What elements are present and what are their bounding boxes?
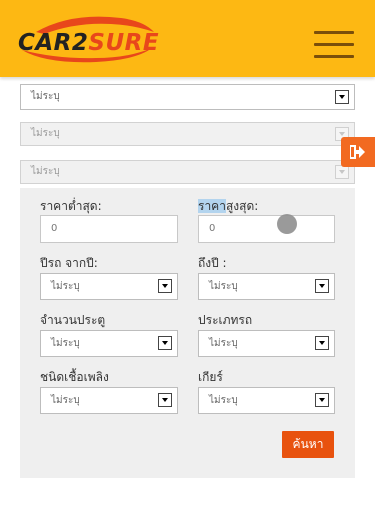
- logo-wordmark-part2: SURE: [88, 30, 160, 56]
- max-price-input[interactable]: 0: [198, 215, 335, 243]
- year-to-label: ถึงปี :: [198, 256, 227, 270]
- hamburger-line: [314, 55, 354, 58]
- doors-select-value: ไม่ระบุ: [51, 338, 80, 349]
- brand-select-value: ไม่ระบุ: [31, 91, 60, 102]
- hamburger-icon[interactable]: [314, 31, 354, 59]
- chevron-down-icon: [158, 336, 172, 350]
- model-select-value: ไม่ระบุ: [31, 128, 60, 139]
- logo-wordmark: CAR2SURE: [18, 32, 159, 55]
- min-price-label: ราคาต่ำสุด:: [40, 199, 102, 213]
- year-from-select-value: ไม่ระบุ: [51, 281, 80, 292]
- doors-select[interactable]: ไม่ระบุ: [40, 330, 178, 357]
- site-header: CAR2SURE: [0, 0, 375, 77]
- max-price-label: ราคาสูงสุด:: [198, 197, 258, 216]
- submodel-select-value: ไม่ระบุ: [31, 166, 60, 177]
- chevron-down-icon: [158, 279, 172, 293]
- chevron-down-icon: [315, 279, 329, 293]
- min-price-input[interactable]: 0: [40, 215, 178, 243]
- max-price-label-rest: สูงสุด:: [225, 199, 259, 213]
- gear-select[interactable]: ไม่ระบุ: [198, 387, 335, 414]
- sign-in-tab[interactable]: [341, 137, 375, 167]
- model-select[interactable]: ไม่ระบุ: [20, 122, 355, 146]
- brand-select[interactable]: ไม่ระบุ: [20, 84, 355, 110]
- sign-in-icon: [350, 145, 365, 159]
- logo-wordmark-part1: CAR2: [18, 30, 89, 56]
- year-from-select[interactable]: ไม่ระบุ: [40, 273, 178, 300]
- chevron-down-icon: [158, 393, 172, 407]
- year-to-select-value: ไม่ระบุ: [209, 281, 238, 292]
- hamburger-line: [314, 31, 354, 34]
- fuel-select[interactable]: ไม่ระบุ: [40, 387, 178, 414]
- car-type-select-value: ไม่ระบุ: [209, 338, 238, 349]
- fuel-label: ชนิดเชื้อเพลิง: [40, 370, 109, 384]
- car-type-select[interactable]: ไม่ระบุ: [198, 330, 335, 357]
- car2sure-logo[interactable]: CAR2SURE: [16, 10, 159, 68]
- chevron-down-icon: [315, 393, 329, 407]
- max-price-label-highlight: ราคา: [198, 199, 226, 213]
- max-price-value: 0: [209, 223, 216, 234]
- doors-label: จำนวนประตู: [40, 313, 106, 327]
- fuel-select-value: ไม่ระบุ: [51, 395, 80, 406]
- chevron-down-icon: [335, 165, 349, 179]
- min-price-value: 0: [51, 223, 58, 234]
- car-type-label: ประเภทรถ: [198, 313, 253, 327]
- chevron-down-icon: [335, 90, 349, 104]
- hamburger-line: [314, 43, 354, 46]
- gear-label: เกียร์: [198, 370, 223, 384]
- year-to-select[interactable]: ไม่ระบุ: [198, 273, 335, 300]
- gear-select-value: ไม่ระบุ: [209, 395, 238, 406]
- chevron-down-icon: [315, 336, 329, 350]
- year-from-label: ปีรถ จากปี:: [40, 256, 98, 270]
- touch-cursor-indicator: [277, 214, 297, 234]
- search-button[interactable]: ค้นหา: [282, 431, 334, 458]
- submodel-select[interactable]: ไม่ระบุ: [20, 160, 355, 184]
